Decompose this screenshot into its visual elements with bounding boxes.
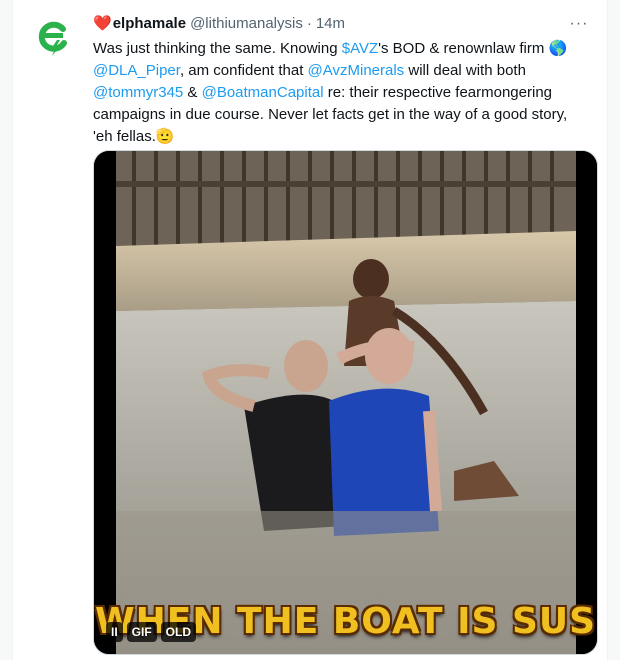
- tweet-text: Was just thinking the same. Knowing $AVZ…: [93, 38, 578, 148]
- gif-controls: II GIF OLD: [106, 622, 197, 642]
- gif-badge: GIF: [126, 622, 157, 642]
- pause-button[interactable]: II: [106, 622, 123, 642]
- user-handle[interactable]: @lithiumanalysis: [190, 14, 303, 34]
- separator-dot: ·: [306, 15, 312, 32]
- mention-link-tommyr345[interactable]: @tommyr345: [93, 84, 183, 101]
- mention-link-dla-piper[interactable]: @DLA_Piper: [93, 62, 180, 79]
- gif-media[interactable]: WHEN THE BOAT IS SUS II GIF OLD: [93, 150, 598, 655]
- tweet-header: ❤️ elphamale @lithiumanalysis · 14m ···: [93, 14, 591, 34]
- tweet-card[interactable]: ❤️ elphamale @lithiumanalysis · 14m ··· …: [12, 0, 608, 660]
- logo-icon: [38, 21, 67, 56]
- display-name[interactable]: elphamale: [113, 14, 186, 34]
- more-options-icon[interactable]: ···: [567, 12, 591, 36]
- avatar[interactable]: [29, 12, 77, 60]
- heart-emoji-icon: ❤️: [93, 15, 112, 32]
- gif-frame-image: [94, 151, 597, 654]
- alt-badge[interactable]: OLD: [160, 622, 197, 642]
- timestamp[interactable]: 14m: [316, 14, 345, 34]
- text-segment: Was just thinking the same. Knowing: [93, 40, 342, 57]
- text-segment: &: [183, 84, 202, 101]
- cashtag-link[interactable]: $AVZ: [342, 40, 378, 57]
- mention-link-avzminerals[interactable]: @AvzMinerals: [308, 62, 405, 79]
- text-segment: 's BOD & renownlaw firm 🌎: [378, 40, 568, 57]
- text-segment: , am confident that: [179, 62, 308, 79]
- text-segment: will deal with both: [404, 62, 526, 79]
- mention-link-boatmancapital[interactable]: @BoatmanCapital: [202, 84, 324, 101]
